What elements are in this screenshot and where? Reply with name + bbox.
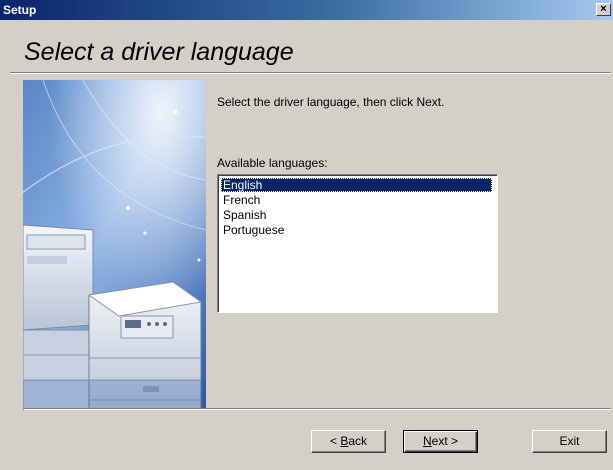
window-title: Setup (3, 3, 37, 17)
back-label-rest: ack (348, 434, 368, 448)
language-item-portuguese[interactable]: Portuguese (221, 223, 286, 237)
back-button[interactable]: < Back (311, 430, 386, 453)
language-item-spanish[interactable]: Spanish (221, 208, 268, 222)
close-button[interactable]: × (596, 3, 611, 16)
next-label-rest: ext > (431, 434, 459, 448)
title-bar[interactable]: Setup × (0, 0, 613, 20)
languages-label: Available languages: (217, 156, 328, 170)
next-mnemonic: N (422, 434, 432, 448)
printer-illustration (23, 80, 206, 410)
next-button[interactable]: Next > (403, 430, 478, 453)
languages-listbox[interactable]: English French Spanish Portuguese (217, 174, 498, 313)
footer-divider (24, 408, 611, 410)
language-item-french[interactable]: French (221, 193, 262, 207)
close-icon: × (600, 3, 607, 15)
exit-button[interactable]: Exit (532, 430, 607, 453)
instruction-text: Select the driver language, then click N… (217, 95, 445, 109)
page-title: Select a driver language (24, 38, 294, 66)
setup-dialog: Setup × Select a driver language Select … (0, 0, 613, 470)
back-prefix: < (329, 434, 341, 448)
language-item-english[interactable]: English (221, 178, 492, 192)
header-divider (10, 72, 611, 74)
